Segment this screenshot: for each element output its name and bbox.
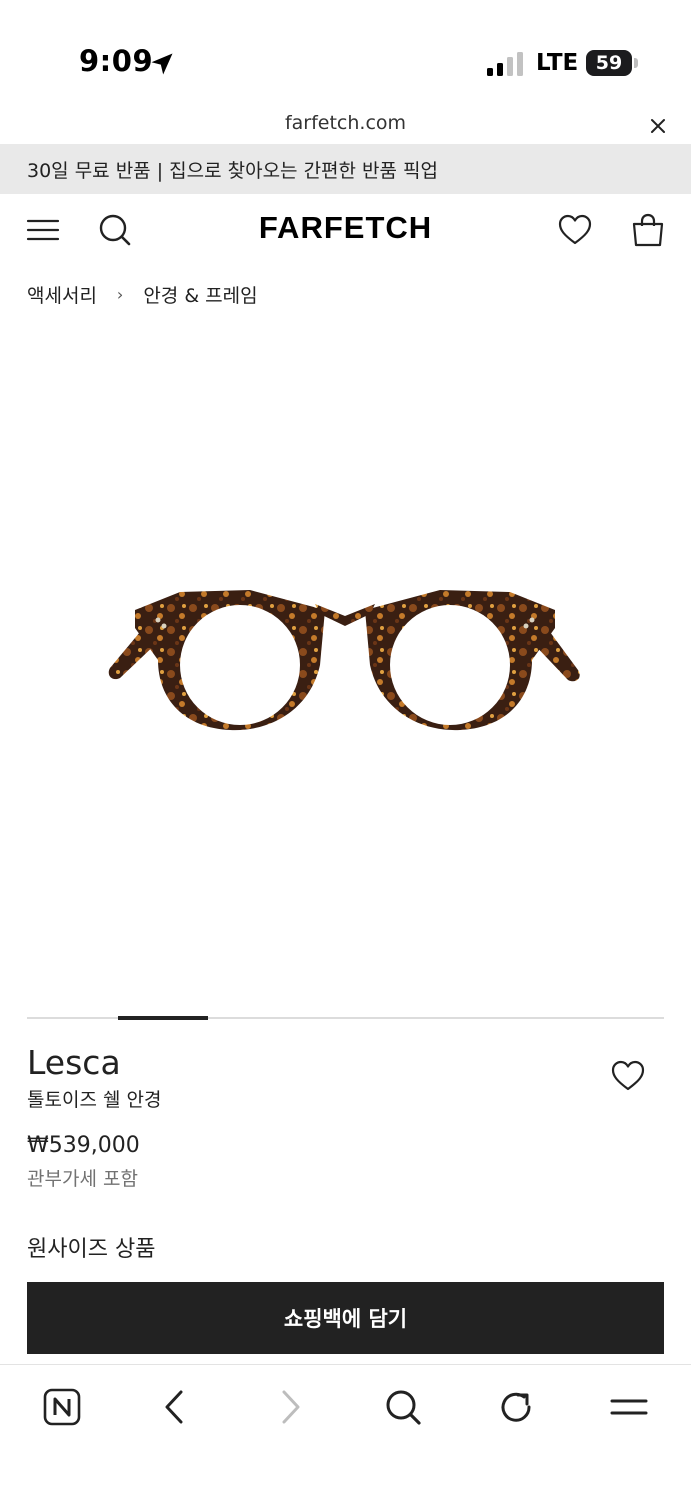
add-to-bag-label: 쇼핑백에 담기 bbox=[283, 1307, 408, 1331]
heart-icon[interactable] bbox=[557, 212, 593, 248]
gallery-progress-active bbox=[118, 1016, 208, 1020]
reload-icon[interactable] bbox=[496, 1387, 536, 1427]
promo-banner[interactable]: 30일 무료 반품 | 집으로 찾아오는 간편한 반품 픽업 bbox=[0, 144, 691, 194]
browser-toolbar bbox=[0, 1364, 691, 1500]
product-price: ₩539,000 bbox=[27, 1133, 140, 1158]
status-time: 9:09 bbox=[79, 44, 154, 78]
breadcrumb-separator: › bbox=[116, 284, 124, 304]
forward-icon[interactable] bbox=[270, 1387, 310, 1427]
shopping-bag-icon[interactable] bbox=[630, 212, 666, 248]
battery-nub bbox=[634, 58, 638, 68]
url-text[interactable]: farfetch.com bbox=[0, 112, 691, 134]
close-icon[interactable] bbox=[646, 114, 670, 138]
tax-note: 관부가세 포함 bbox=[27, 1168, 138, 1190]
product-brand[interactable]: Lesca bbox=[27, 1043, 121, 1082]
status-bar: 9:09 LTE 59 bbox=[0, 0, 691, 110]
menu-icon[interactable] bbox=[609, 1387, 649, 1427]
network-type: LTE bbox=[536, 50, 579, 76]
breadcrumb-item-accessories[interactable]: 액세서리 bbox=[27, 281, 97, 308]
browser-url-bar[interactable]: farfetch.com bbox=[0, 110, 691, 144]
cellular-signal-icon bbox=[487, 52, 523, 76]
product-name: 톨토이즈 쉘 안경 bbox=[27, 1089, 162, 1111]
site-header: FARFETCH bbox=[0, 194, 691, 268]
size-note: 원사이즈 상품 bbox=[27, 1237, 156, 1262]
naver-home-icon[interactable] bbox=[42, 1387, 82, 1427]
product-image[interactable] bbox=[100, 580, 590, 740]
promo-text: 30일 무료 반품 | 집으로 찾아오는 간편한 반품 픽업 bbox=[27, 160, 439, 182]
location-arrow-icon bbox=[151, 53, 173, 75]
add-to-bag-button[interactable]: 쇼핑백에 담기 bbox=[27, 1282, 664, 1354]
wishlist-heart-icon[interactable] bbox=[610, 1058, 646, 1094]
battery-indicator: 59 bbox=[586, 50, 632, 76]
breadcrumb: 액세서리 › 안경 & 프레임 bbox=[27, 280, 258, 308]
search-icon[interactable] bbox=[383, 1387, 423, 1427]
breadcrumb-item-glasses[interactable]: 안경 & 프레임 bbox=[143, 281, 257, 308]
battery-level: 59 bbox=[595, 52, 623, 74]
back-icon[interactable] bbox=[155, 1387, 195, 1427]
